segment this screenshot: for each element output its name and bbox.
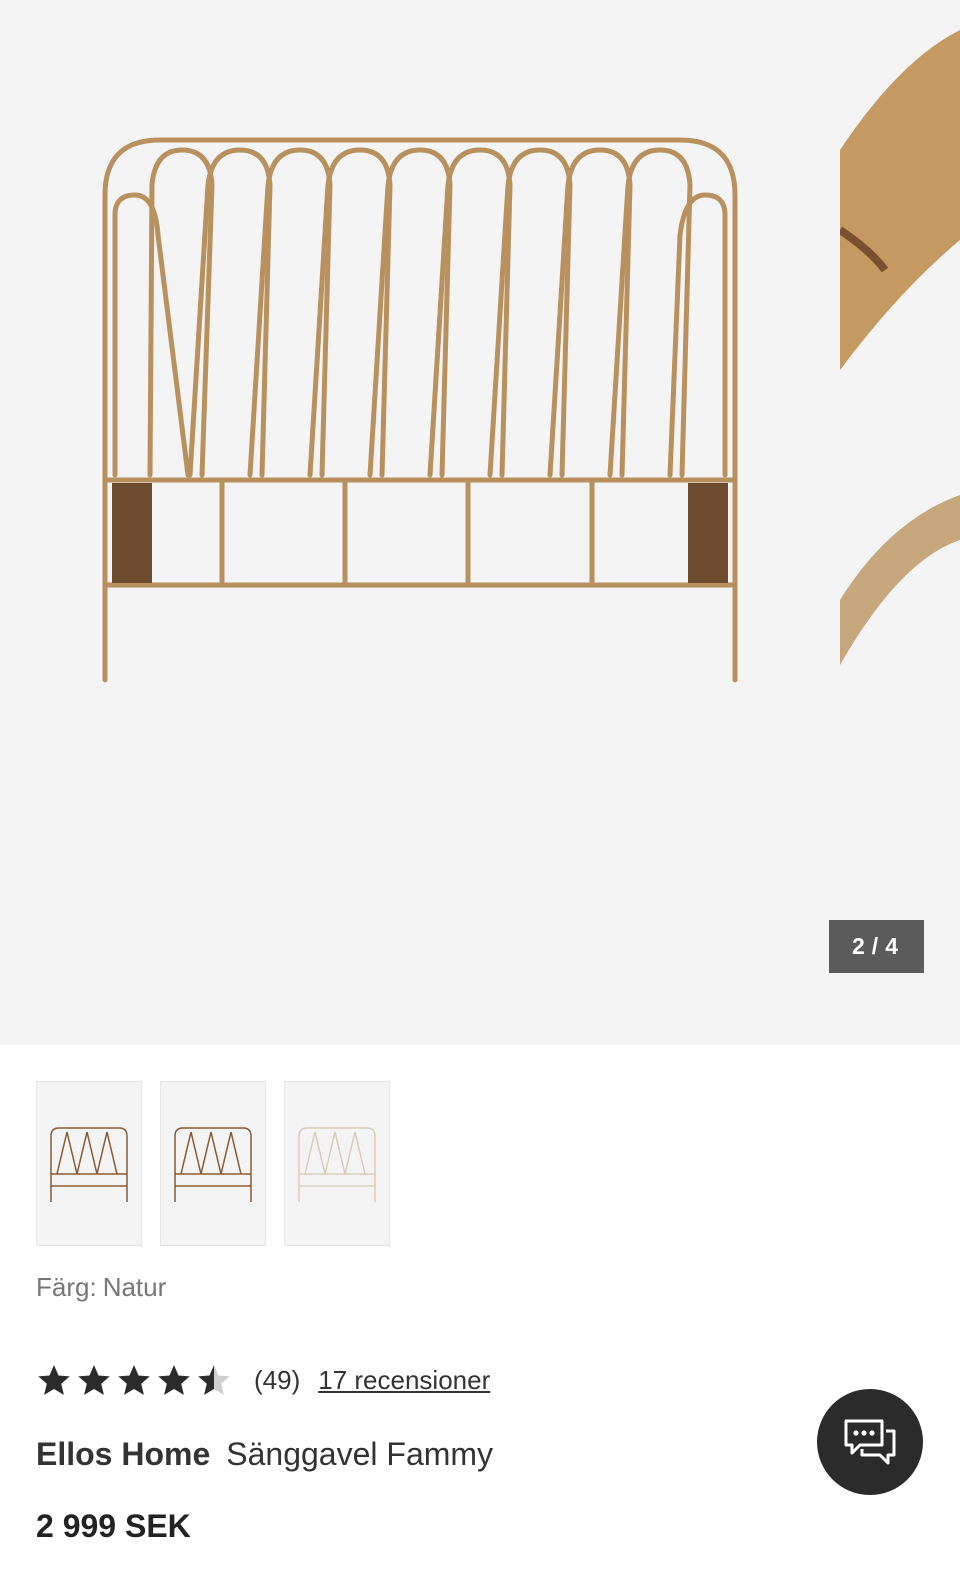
counter-separator: / xyxy=(871,933,882,959)
reviews-link[interactable]: 17 recensioner xyxy=(318,1365,490,1396)
brand-name[interactable]: Ellos Home xyxy=(36,1436,210,1472)
color-label: Färg: xyxy=(36,1272,97,1302)
chat-bubbles-icon xyxy=(844,1419,896,1465)
star-full-icon xyxy=(38,1365,70,1395)
image-counter: 2 / 4 xyxy=(829,920,924,973)
color-selection: Färg: Natur xyxy=(36,1272,166,1303)
product-price: 2 999 SEK xyxy=(36,1508,191,1544)
star-full-icon xyxy=(158,1365,190,1395)
rating-count: (49) xyxy=(254,1364,301,1395)
next-product-image-peek[interactable] xyxy=(840,0,960,700)
headboard-thumbnail-icon xyxy=(50,1126,128,1202)
rating-row: (49) 17 recensioner xyxy=(36,1362,490,1398)
color-value: Natur xyxy=(102,1272,167,1302)
thumbnail-2[interactable] xyxy=(160,1081,266,1246)
product-image-gallery[interactable]: 2 / 4 xyxy=(0,0,960,1045)
product-name: Sänggavel Fammy xyxy=(226,1436,494,1472)
current-index: 2 xyxy=(852,933,868,959)
thumbnail-1[interactable] xyxy=(36,1081,142,1246)
headboard-thumbnail-icon xyxy=(174,1126,252,1202)
thumbnail-3[interactable] xyxy=(284,1081,390,1246)
star-half-icon xyxy=(198,1365,230,1395)
star-full-icon xyxy=(118,1365,150,1395)
star-full-icon xyxy=(78,1365,110,1395)
headboard-thumbnail-icon xyxy=(298,1126,376,1202)
star-rating xyxy=(36,1362,232,1398)
main-product-image[interactable] xyxy=(90,125,750,695)
thumbnail-strip xyxy=(36,1081,390,1246)
total-count: 4 xyxy=(885,933,901,959)
chat-button[interactable] xyxy=(817,1389,923,1495)
product-title: Ellos Home Sänggavel Fammy xyxy=(36,1436,493,1473)
